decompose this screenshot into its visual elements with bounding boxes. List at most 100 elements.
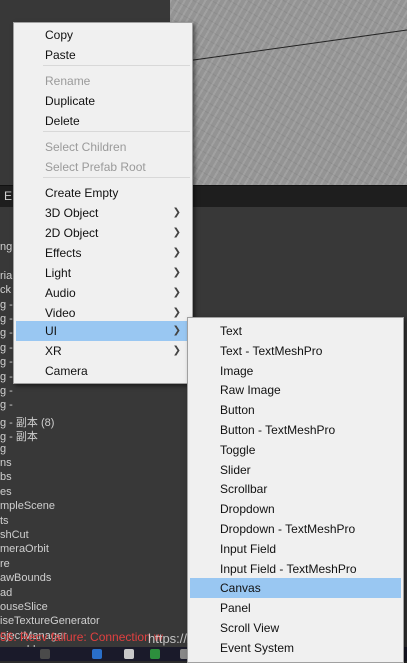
menu-item-select-children: Select Children	[16, 137, 190, 157]
menu-item-effects[interactable]: Effects ❯	[16, 243, 190, 263]
hierarchy-tab-label[interactable]: E	[4, 189, 12, 203]
menu-item-label: Create Empty	[45, 186, 119, 200]
submenu-item-button-textmeshpro[interactable]: Button - TextMeshPro	[190, 420, 401, 440]
hierarchy-row[interactable]: g -	[0, 327, 13, 339]
submenu-item-text[interactable]: Text	[190, 321, 401, 341]
menu-item-ui[interactable]: UI ❯	[16, 321, 190, 341]
menu-item-xr[interactable]: XR ❯	[16, 341, 190, 361]
menu-separator	[43, 177, 190, 178]
menu-item-camera[interactable]: Camera	[16, 361, 190, 381]
submenu-item-input-field-textmeshpro[interactable]: Input Field - TextMeshPro	[190, 559, 401, 579]
scene-gizmo-line	[189, 26, 407, 61]
menu-item-duplicate[interactable]: Duplicate	[16, 91, 190, 111]
submenu-item-scrollbar[interactable]: Scrollbar	[190, 479, 401, 499]
hierarchy-row[interactable]: g -	[0, 399, 13, 411]
hierarchy-row[interactable]: ng	[0, 241, 12, 253]
menu-item-select-prefab-root: Select Prefab Root	[16, 157, 190, 177]
chevron-right-icon: ❯	[172, 227, 181, 238]
hierarchy-row[interactable]: g -	[0, 356, 13, 368]
hierarchy-row[interactable]: g -	[0, 299, 13, 311]
submenu-item-label: Scroll View	[220, 621, 280, 635]
menu-item-audio[interactable]: Audio ❯	[16, 283, 190, 303]
hierarchy-row[interactable]: bs	[0, 471, 12, 483]
console-error-text[interactable]: 56: Recv failure: Connection w	[0, 630, 163, 644]
hierarchy-row[interactable]: re	[0, 558, 10, 570]
hierarchy-row[interactable]: ouseSlice	[0, 601, 48, 613]
submenu-item-label: Text	[220, 324, 243, 338]
menu-item-label: Copy	[45, 28, 74, 42]
hierarchy-row[interactable]: es	[0, 486, 12, 498]
unity-icon[interactable]	[124, 649, 134, 659]
submenu-item-label: Slider	[220, 462, 251, 477]
hierarchy-row[interactable]: g -	[0, 313, 13, 325]
chevron-right-icon: ❯	[172, 325, 181, 336]
submenu-item-label: Input Field - TextMeshPro	[220, 561, 357, 576]
menu-item-label: XR	[45, 344, 62, 358]
submenu-item-label: Text - TextMeshPro	[220, 343, 323, 358]
hierarchy-row[interactable]: g	[0, 443, 6, 455]
submenu-item-label: Dropdown - TextMeshPro	[220, 522, 356, 536]
hierarchy-row[interactable]: meraOrbit	[0, 543, 49, 555]
submenu-item-button[interactable]: Button	[190, 400, 401, 420]
menu-item-label: Audio	[45, 286, 76, 300]
menu-item-light[interactable]: Light ❯	[16, 263, 190, 283]
chevron-right-icon: ❯	[172, 287, 181, 298]
menu-item-copy[interactable]: Copy	[16, 25, 190, 45]
menu-item-label: Rename	[45, 74, 91, 88]
hierarchy-row[interactable]: iseTextureGenerator	[0, 615, 100, 627]
submenu-item-scroll-view[interactable]: Scroll View	[190, 618, 401, 638]
hierarchy-context-menu: Copy Paste Rename Duplicate Delete Select Chi…	[13, 22, 193, 384]
menu-item-rename: Rename	[16, 71, 190, 91]
submenu-item-label: Panel	[220, 601, 251, 616]
submenu-item-dropdown-textmeshpro[interactable]: Dropdown - TextMeshPro	[190, 519, 401, 539]
submenu-item-toggle[interactable]: Toggle	[190, 440, 401, 460]
menu-item-label: 2D Object	[45, 226, 99, 240]
menu-item-label: Select Prefab Root	[45, 160, 146, 174]
ui-submenu: Text Text - TextMeshPro Image Raw Image Butt…	[187, 317, 404, 663]
submenu-item-canvas[interactable]: Canvas	[190, 578, 401, 599]
menu-item-video[interactable]: Video ❯	[16, 303, 190, 323]
submenu-item-label: Event System	[220, 640, 295, 655]
hierarchy-row[interactable]: ts	[0, 515, 9, 527]
chevron-right-icon: ❯	[172, 307, 181, 318]
menu-item-label: Effects	[45, 246, 82, 260]
submenu-item-slider[interactable]: Slider	[190, 460, 401, 480]
submenu-item-text-textmeshpro[interactable]: Text - TextMeshPro	[190, 341, 401, 361]
submenu-item-panel[interactable]: Panel	[190, 598, 401, 618]
menu-item-2d-object[interactable]: 2D Object ❯	[16, 223, 190, 243]
submenu-item-image[interactable]: Image	[190, 361, 401, 381]
submenu-item-event-system[interactable]: Event System	[190, 638, 401, 658]
menu-item-label: Paste	[45, 48, 76, 62]
submenu-item-raw-image[interactable]: Raw Image	[190, 380, 401, 400]
hierarchy-row[interactable]: ns	[0, 457, 12, 469]
hierarchy-row[interactable]: g -	[0, 371, 13, 383]
submenu-item-label: Toggle	[220, 442, 256, 457]
hierarchy-row[interactable]: shCut	[0, 529, 29, 541]
submenu-item-label: Image	[220, 363, 254, 378]
menu-separator	[43, 65, 190, 66]
scene-view[interactable]	[170, 0, 407, 185]
menu-item-delete[interactable]: Delete	[16, 111, 190, 131]
hierarchy-row[interactable]: g -	[0, 342, 13, 354]
menu-item-3d-object[interactable]: 3D Object ❯	[16, 203, 190, 223]
app-icon[interactable]	[150, 649, 160, 659]
menu-item-create-empty[interactable]: Create Empty	[16, 183, 190, 203]
hierarchy-row[interactable]: ad	[0, 587, 12, 599]
menu-item-label: Select Children	[45, 140, 127, 154]
hierarchy-row[interactable]: awBounds	[0, 572, 51, 584]
submenu-item-label: Button	[220, 403, 255, 418]
menu-item-label: UI	[45, 324, 57, 338]
submenu-item-label: Dropdown	[220, 502, 275, 517]
task-view-icon[interactable]	[40, 649, 50, 659]
hierarchy-row[interactable]: mpleScene	[0, 500, 55, 512]
chevron-right-icon: ❯	[172, 207, 181, 218]
submenu-item-label: Canvas	[220, 581, 261, 596]
hierarchy-row[interactable]: g -	[0, 385, 13, 397]
submenu-item-label: Button - TextMeshPro	[220, 423, 336, 437]
submenu-item-input-field[interactable]: Input Field	[190, 539, 401, 559]
chevron-right-icon: ❯	[172, 267, 181, 278]
menu-item-paste[interactable]: Paste	[16, 45, 190, 65]
hierarchy-row[interactable]: ck	[0, 284, 11, 296]
submenu-item-dropdown[interactable]: Dropdown	[190, 499, 401, 519]
browser-icon[interactable]	[92, 649, 102, 659]
